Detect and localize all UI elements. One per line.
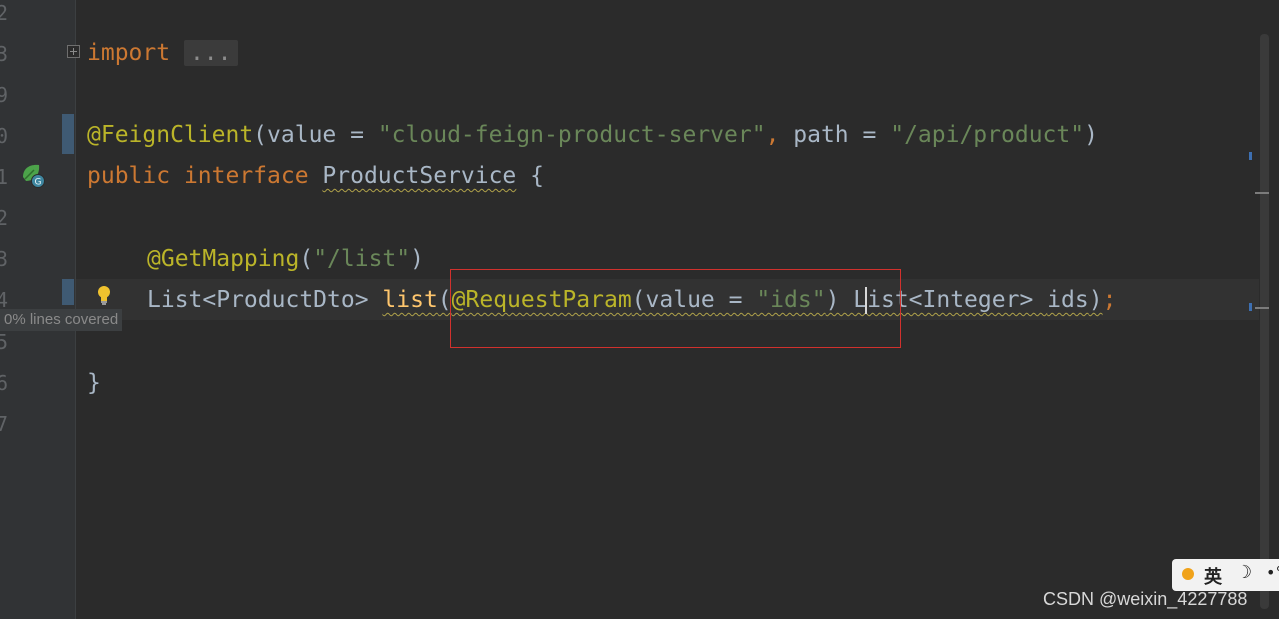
line-number: 3 [0, 247, 9, 271]
line-number: 5 [0, 330, 9, 354]
line-number: 7 [0, 412, 9, 436]
code-line-feign-client[interactable]: @FeignClient(value = "cloud-feign-produc… [87, 115, 1098, 156]
equals: = [336, 122, 378, 148]
line-number: 6 [0, 371, 9, 395]
return-type: List<ProductDto> [147, 287, 383, 313]
open-brace: { [516, 163, 544, 189]
line-number: 4 [0, 288, 9, 312]
import-keyword: import [87, 40, 171, 66]
error-stripe-mark[interactable] [1255, 307, 1269, 309]
vcs-change-marker[interactable] [62, 279, 74, 305]
semicolon: ; [1102, 287, 1117, 313]
vcs-change-marker[interactable] [62, 114, 74, 154]
code-line-interface[interactable]: public interface ProductService { [87, 156, 544, 197]
value-param: value [267, 122, 337, 148]
line-number: 3 [0, 42, 9, 66]
error-stripe-mark[interactable] [1249, 303, 1252, 311]
code-line-get-mapping[interactable]: @GetMapping("/list") [147, 239, 424, 280]
close-brace: } [87, 370, 101, 396]
fold-expand-icon[interactable] [67, 45, 80, 58]
paren: ( [253, 122, 268, 148]
ime-language-toggle[interactable]: 英 [1204, 563, 1222, 589]
line-number: 9 [0, 83, 9, 107]
lightbulb-icon[interactable] [94, 284, 114, 308]
path-string: "/api/product" [890, 122, 1085, 148]
moon-icon[interactable]: ☽ [1236, 562, 1252, 583]
ime-toolbar[interactable]: 英 ☽ •° [1172, 559, 1279, 591]
method-name: list [382, 287, 438, 313]
error-stripe-mark[interactable] [1255, 192, 1269, 194]
code-line-close-brace[interactable]: } [87, 363, 101, 404]
feign-client-annotation: @FeignClient [87, 122, 254, 148]
equals: = [848, 122, 891, 148]
vertical-scrollbar[interactable] [1260, 34, 1269, 609]
highlight-box [450, 269, 901, 348]
paren: ) [1088, 287, 1103, 313]
error-stripe-mark[interactable] [1249, 152, 1252, 160]
ime-more-icon[interactable]: •° [1266, 563, 1279, 582]
line-number: 1 [0, 165, 9, 189]
line-number: 2 [0, 206, 9, 230]
interface-keyword: interface [170, 163, 323, 189]
code-line-import[interactable]: import ... [87, 33, 238, 74]
paren: ) [1084, 122, 1098, 148]
paren: ) [410, 246, 424, 272]
interface-name: ProductService [322, 163, 517, 189]
public-keyword: public [87, 163, 171, 189]
service-name-string: "cloud-feign-product-server" [377, 122, 766, 148]
ime-status-icon[interactable] [1182, 568, 1194, 580]
svg-text:G: G [35, 178, 42, 188]
mapping-path-string: "/list" [313, 246, 411, 272]
line-number: 2 [0, 1, 9, 25]
param-name: ids [1047, 287, 1089, 313]
watermark: CSDN @weixin_4227788 [1043, 589, 1248, 609]
implemented-interface-icon[interactable]: G [20, 162, 46, 188]
comma: , [765, 122, 780, 148]
coverage-tooltip: 0% lines covered [0, 309, 123, 331]
paren: ( [299, 246, 314, 272]
folded-imports[interactable]: ... [183, 40, 238, 66]
path-param: path [779, 122, 849, 148]
line-number: 0 [0, 124, 9, 148]
get-mapping-annotation: @GetMapping [147, 246, 300, 272]
